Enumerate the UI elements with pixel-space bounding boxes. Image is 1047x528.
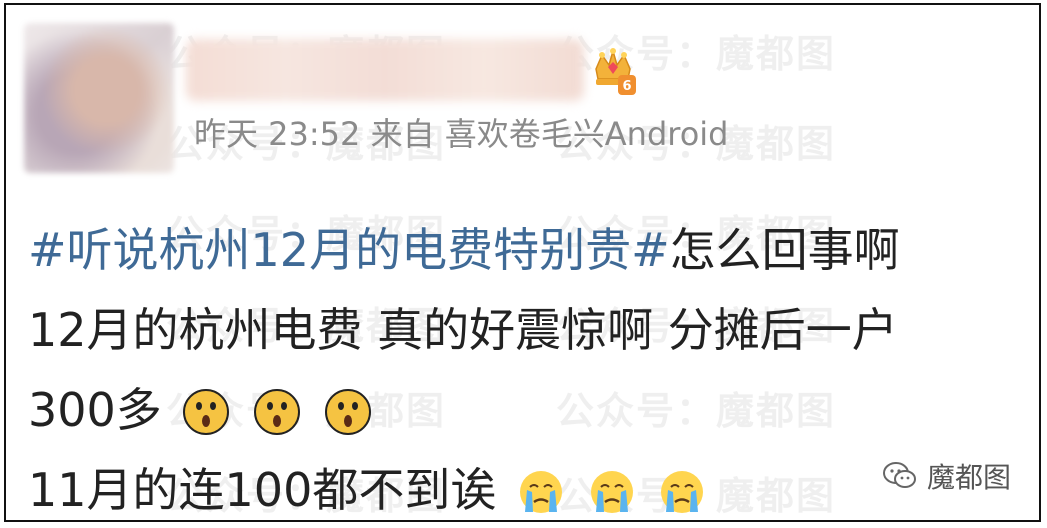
post-meta: 昨天 23:52 来自 喜欢卷毛兴Android bbox=[194, 109, 729, 155]
post-text: 12月的杭州电费 真的好震惊啊 分摊后一户 bbox=[28, 303, 898, 357]
user-avatar[interactable] bbox=[24, 23, 174, 173]
crying-face-emoji bbox=[519, 471, 562, 513]
wechat-icon bbox=[882, 462, 916, 488]
hashtag-link[interactable]: #听说杭州12月的电费特别贵# bbox=[28, 223, 670, 277]
crying-face-emoji bbox=[661, 471, 704, 513]
shocked-face-emoji bbox=[324, 389, 371, 435]
username-blurred[interactable] bbox=[186, 39, 584, 101]
post-text: 怎么回事啊 bbox=[669, 223, 900, 277]
source-watermark-label: 魔都图 bbox=[926, 461, 1011, 494]
post-timestamp: 昨天 23:52 bbox=[194, 115, 361, 153]
source-prefix: 来自 bbox=[370, 115, 435, 153]
post-body: #听说杭州12月的电费特别贵#怎么回事啊 12月的杭州电费 真的好震惊啊 分摊后… bbox=[28, 210, 1028, 520]
level-number: 6 bbox=[622, 79, 631, 94]
crown-level-icon: 6 bbox=[595, 48, 636, 95]
crying-face-emoji bbox=[590, 471, 633, 513]
post-source[interactable]: 喜欢卷毛兴Android bbox=[445, 115, 729, 153]
shocked-face-emoji bbox=[254, 389, 301, 435]
screenshot-frame: 公众号：魔都图 公众号：魔都图 公众号：魔都图 公众号：魔都图 公众号：魔都图 … bbox=[4, 3, 1041, 522]
shocked-face-emoji bbox=[183, 389, 230, 435]
post-line-1: #听说杭州12月的电费特别贵#怎么回事啊 bbox=[28, 210, 1028, 290]
post-text: 300多 bbox=[28, 383, 162, 437]
source-watermark: 魔都图 bbox=[882, 456, 1011, 496]
post-line-4: 11月的连100都不到诶 bbox=[28, 450, 1028, 520]
post-text: 11月的连100都不到诶 bbox=[28, 463, 497, 517]
post-line-2: 12月的杭州电费 真的好震惊啊 分摊后一户 bbox=[28, 290, 1028, 370]
post-line-3: 300多 bbox=[28, 370, 1028, 450]
